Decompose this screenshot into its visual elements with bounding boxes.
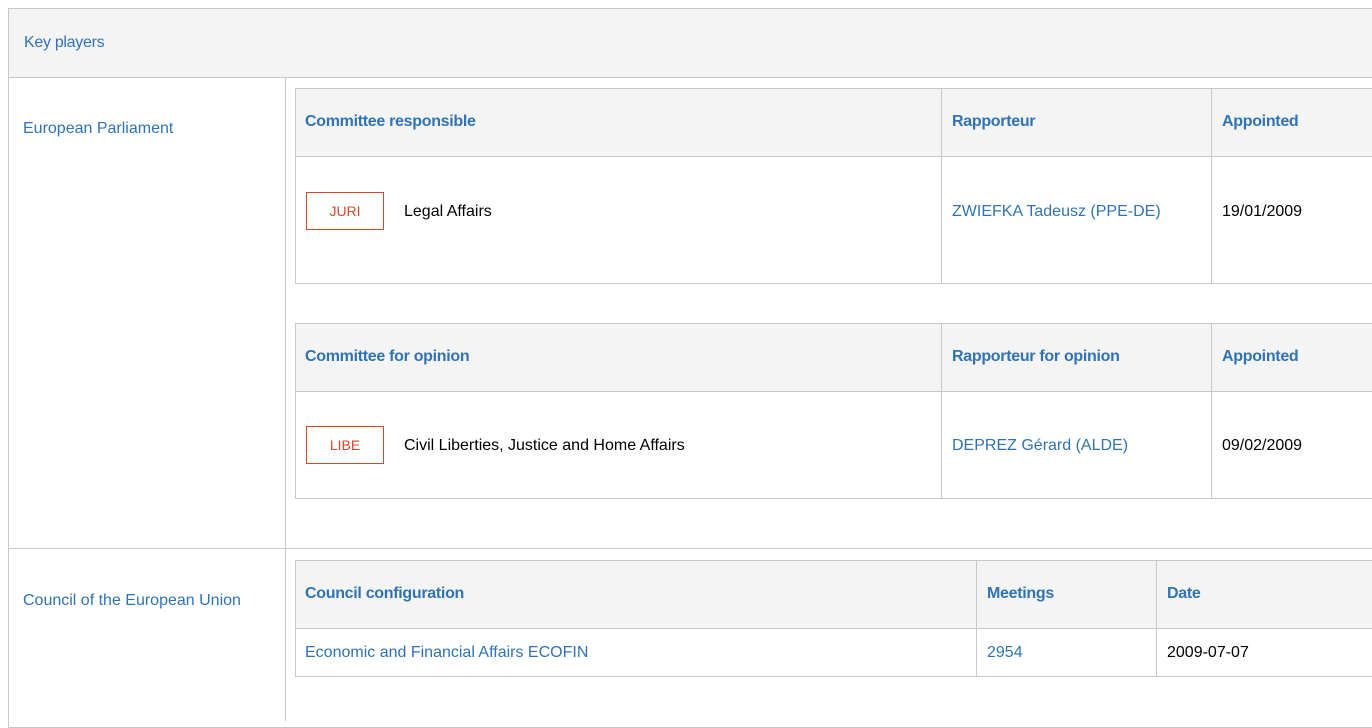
row-divider bbox=[8, 548, 1372, 549]
european-parliament-link[interactable]: European Parliament bbox=[23, 118, 273, 140]
council-link[interactable]: Council of the European Union bbox=[23, 590, 273, 612]
council-configuration-link[interactable]: Economic and Financial Affairs ECOFIN bbox=[305, 642, 588, 664]
appointed-header[interactable]: Appointed bbox=[1222, 348, 1299, 366]
meetings-header[interactable]: Meetings bbox=[987, 585, 1054, 603]
rapporteur-link[interactable]: DEPREZ Gérard (ALDE) bbox=[952, 435, 1128, 457]
column-divider bbox=[285, 548, 286, 721]
key-players-title: Key players bbox=[24, 34, 105, 51]
committee-name: Legal Affairs bbox=[404, 203, 492, 220]
committee-badge-libe[interactable]: LIBE bbox=[306, 426, 384, 464]
appointed-date: 19/01/2009 bbox=[1222, 203, 1303, 220]
committee-opinion-header[interactable]: Committee for opinion bbox=[305, 348, 470, 366]
committee-responsible-table: Committee responsible Rapporteur Appoint… bbox=[295, 88, 1372, 284]
council-configuration-header[interactable]: Council configuration bbox=[305, 585, 464, 603]
committee-badge-juri[interactable]: JURI bbox=[306, 192, 384, 230]
appointed-header[interactable]: Appointed bbox=[1222, 113, 1299, 131]
rapporteur-header[interactable]: Rapporteur bbox=[952, 113, 1036, 131]
rapporteur-link[interactable]: ZWIEFKA Tadeusz (PPE-DE) bbox=[952, 201, 1197, 223]
meeting-date: 2009-07-07 bbox=[1167, 644, 1249, 661]
committee-name: Civil Liberties, Justice and Home Affair… bbox=[404, 437, 685, 454]
appointed-date: 09/02/2009 bbox=[1222, 437, 1303, 454]
council-table: Council configuration Meetings Date Econ… bbox=[295, 560, 1372, 677]
rapporteur-opinion-header[interactable]: Rapporteur for opinion bbox=[952, 348, 1120, 366]
meeting-number-link[interactable]: 2954 bbox=[987, 642, 1023, 664]
key-players-header: Key players bbox=[8, 8, 1372, 78]
committee-responsible-header[interactable]: Committee responsible bbox=[305, 113, 476, 131]
date-header[interactable]: Date bbox=[1167, 585, 1201, 603]
committee-opinion-table: Committee for opinion Rapporteur for opi… bbox=[295, 323, 1372, 499]
column-divider bbox=[285, 78, 286, 548]
